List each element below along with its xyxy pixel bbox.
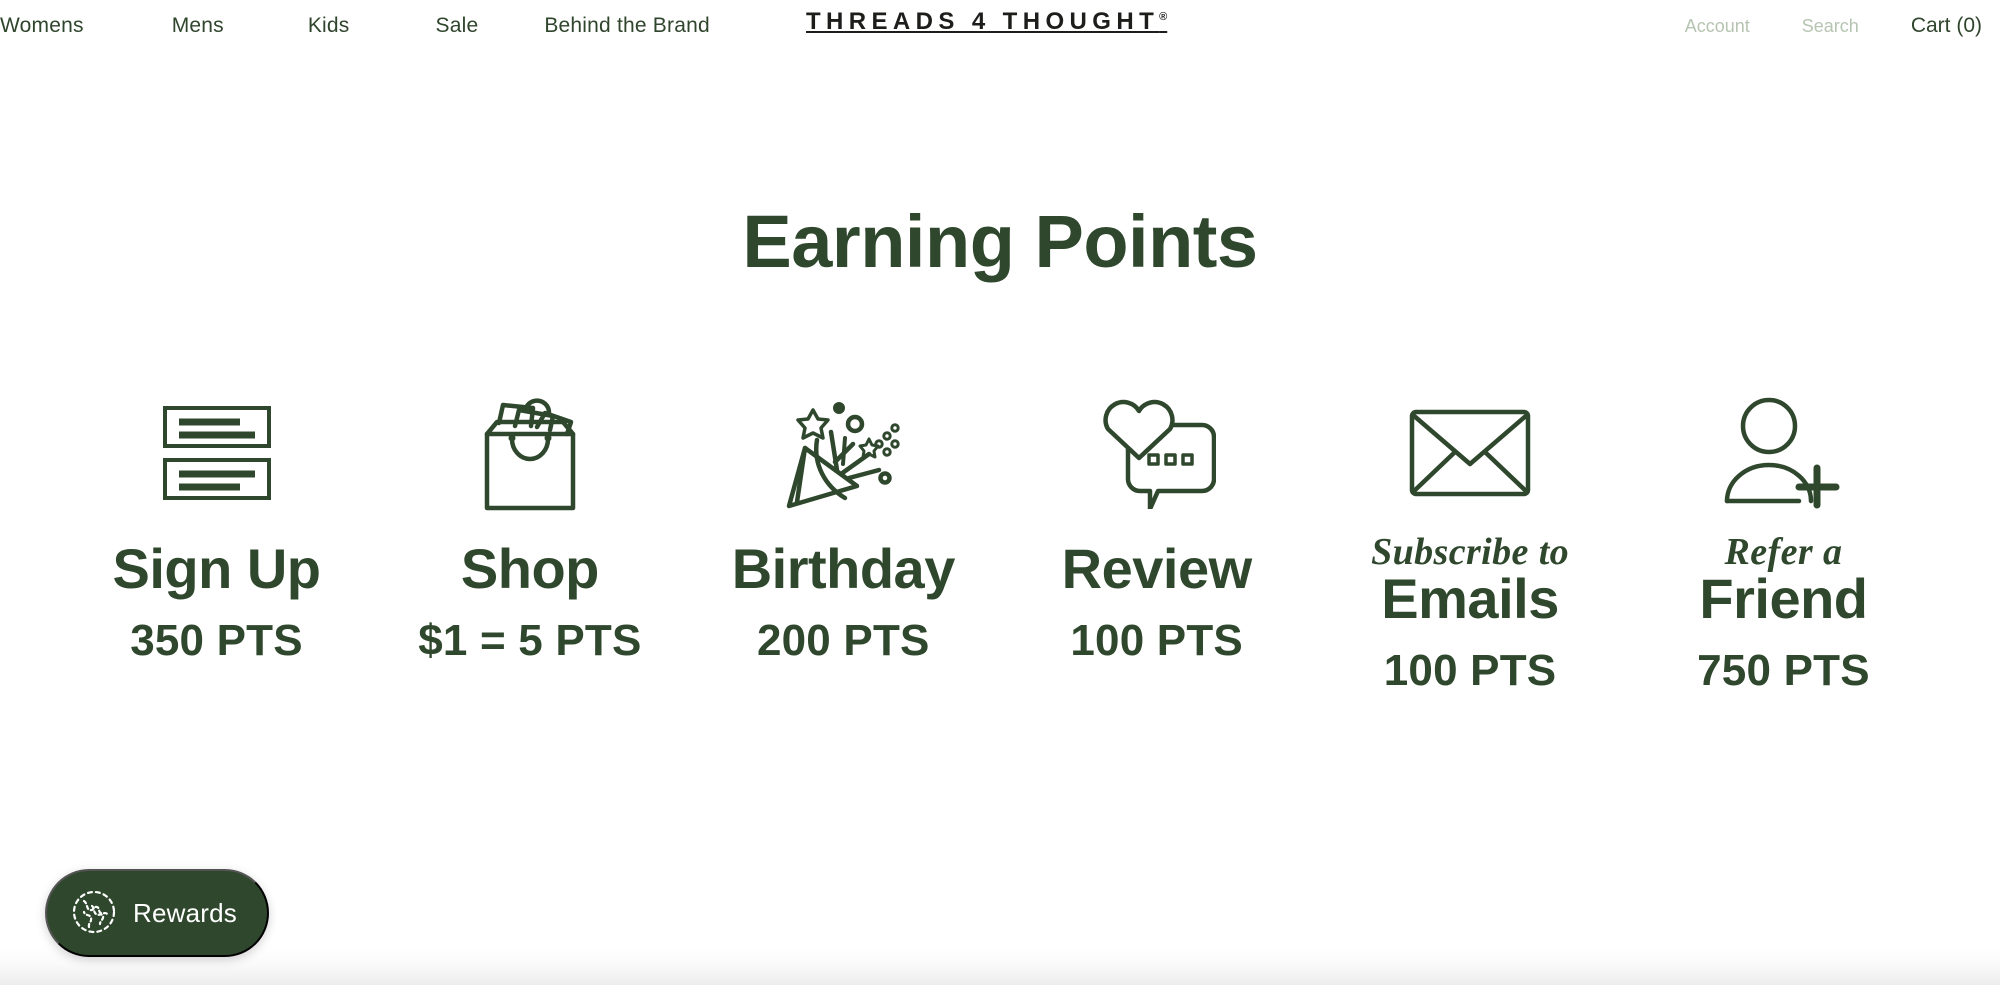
- nav-item-sale[interactable]: Sale: [436, 14, 479, 38]
- nav-item-kids[interactable]: Kids: [308, 14, 350, 38]
- earn-card-main-label: Friend: [1699, 566, 1868, 630]
- earn-card-points: 350 PTS: [130, 616, 303, 665]
- envelope-icon: [1409, 390, 1531, 515]
- earning-points-grid: Sign Up 350 PTS Shop $1 = 5 PTS Birthday…: [60, 390, 1940, 693]
- earn-card-points: 100 PTS: [1070, 616, 1243, 665]
- nav-item-behind-the-brand[interactable]: Behind the Brand: [544, 14, 710, 38]
- globe-icon: [71, 889, 117, 938]
- nav-item-mens[interactable]: Mens: [172, 14, 224, 38]
- account-link[interactable]: Account: [1685, 16, 1750, 37]
- site-header: Womens Mens Kids Sale Behind the Brand T…: [0, 0, 2000, 52]
- brand-logo-text: THREADS 4 THOUGHT: [806, 8, 1160, 35]
- earn-card-points: $1 = 5 PTS: [418, 616, 642, 665]
- earn-card-label: Birthday: [731, 537, 956, 600]
- earn-card-points: 100 PTS: [1383, 645, 1557, 695]
- cart-link[interactable]: Cart (0): [1911, 14, 1982, 38]
- registered-trademark-icon: ®: [1159, 11, 1168, 23]
- earn-card-refer-friend: Refer a Friend 750 PTS: [1627, 390, 1940, 693]
- earn-card-sign-up: Sign Up 350 PTS: [60, 390, 373, 663]
- earn-card-points: 750 PTS: [1697, 645, 1870, 695]
- header-actions: Account Search Cart (0): [1685, 0, 1982, 52]
- rewards-launcher-button[interactable]: Rewards: [45, 869, 269, 957]
- earn-card-label: Subscribe to Emails: [1371, 532, 1569, 630]
- shopping-bag-icon: [475, 390, 585, 515]
- earn-card-label: Review: [1061, 537, 1253, 600]
- earn-card-label: Refer a Friend: [1699, 532, 1868, 630]
- earn-card-birthday: Birthday 200 PTS: [687, 390, 1000, 663]
- earn-card-review: Review 100 PTS: [1000, 390, 1313, 663]
- page-bottom-section-edge: [0, 947, 2000, 985]
- person-add-icon: [1724, 390, 1842, 515]
- nav-item-womens[interactable]: Womens: [0, 14, 84, 38]
- page-title: Earning Points: [742, 200, 1258, 283]
- rewards-launcher-label: Rewards: [133, 897, 237, 928]
- earn-card-shop: Shop $1 = 5 PTS: [373, 390, 686, 663]
- brand-logo[interactable]: THREADS 4 THOUGHT®: [806, 8, 1167, 36]
- earn-card-points: 200 PTS: [756, 616, 930, 665]
- search-link[interactable]: Search: [1802, 16, 1859, 37]
- earn-card-label: Shop: [460, 537, 599, 600]
- party-popper-icon: [783, 390, 903, 515]
- heart-speech-bubble-icon: [1098, 390, 1216, 515]
- form-signup-icon: [162, 390, 272, 515]
- earn-card-main-label: Emails: [1381, 566, 1559, 630]
- earn-card-label: Sign Up: [112, 537, 321, 600]
- primary-nav: Womens Mens Kids Sale Behind the Brand: [0, 14, 710, 38]
- earn-card-emails: Subscribe to Emails 100 PTS: [1314, 390, 1627, 693]
